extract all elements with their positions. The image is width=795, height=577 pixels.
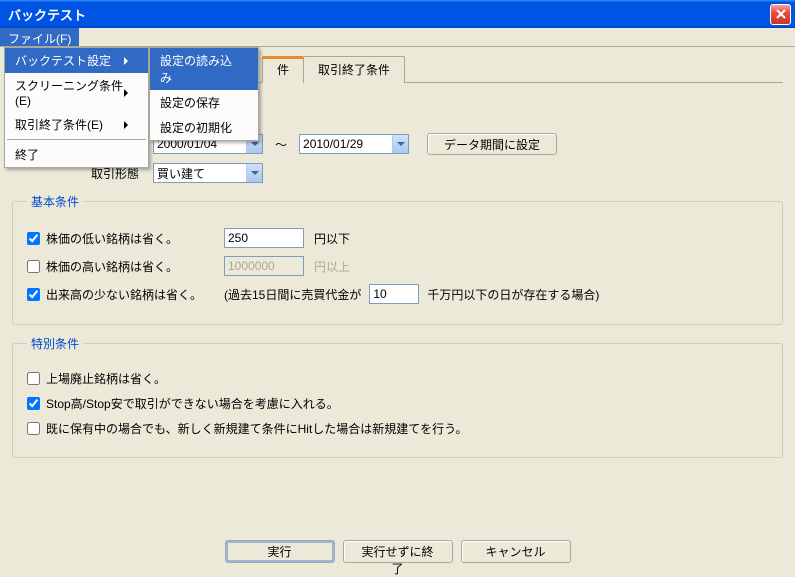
- titlebar: バックテスト: [0, 0, 795, 28]
- tab-label: 件: [277, 63, 289, 77]
- low-volume-checkbox[interactable]: [27, 288, 40, 301]
- low-price-input[interactable]: [224, 228, 304, 248]
- menu-item-label: 終了: [15, 146, 39, 163]
- tilde: ～: [275, 136, 287, 153]
- chevron-right-icon: [124, 89, 128, 97]
- menu-item-label: バックテスト設定: [15, 52, 111, 69]
- rehold-checkbox[interactable]: [27, 422, 40, 435]
- submenu-load-settings[interactable]: 設定の読み込み: [150, 48, 258, 90]
- stop-label: Stop高/Stop安で取引ができない場合を考慮に入れる。: [46, 395, 339, 412]
- tab-label: 取引終了条件: [318, 63, 390, 77]
- special-legend: 特別条件: [27, 335, 83, 352]
- menubar: ファイル(F): [0, 28, 795, 47]
- low-volume-text-post: 千万円以下の日が存在する場合): [427, 286, 599, 303]
- dialog-buttons: 実行 実行せずに終了 キャンセル: [0, 540, 795, 563]
- trade-type-field[interactable]: [154, 164, 246, 182]
- menu-item-label: 設定の初期化: [160, 119, 232, 136]
- menu-item-label: 取引終了条件(E): [15, 116, 103, 133]
- run-button[interactable]: 実行: [225, 540, 335, 563]
- backtest-settings-submenu: 設定の読み込み 設定の保存 設定の初期化: [149, 47, 259, 141]
- row-rehold: 既に保有中の場合でも、新しく新規建て条件にHitした場合は新規建てを行う。: [27, 420, 768, 437]
- set-data-period-button[interactable]: データ期間に設定: [427, 133, 557, 155]
- delist-label: 上場廃止銘柄は省く。: [46, 370, 166, 387]
- low-price-label: 株価の低い銘柄は省く。: [46, 230, 206, 247]
- submenu-save-settings[interactable]: 設定の保存: [150, 90, 258, 115]
- low-price-unit: 円以下: [314, 230, 350, 247]
- menu-separator: [7, 139, 146, 140]
- menu-item-exit-conditions[interactable]: 取引終了条件(E): [5, 112, 148, 137]
- menu-item-screening[interactable]: スクリーニング条件(E): [5, 73, 148, 112]
- low-volume-text-pre: (過去15日間に売買代金が: [224, 286, 361, 303]
- basic-legend: 基本条件: [27, 193, 83, 210]
- menu-item-exit[interactable]: 終了: [5, 142, 148, 167]
- menu-item-label: 設定の読み込み: [160, 52, 238, 86]
- menu-item-backtest-settings[interactable]: バックテスト設定: [5, 48, 148, 73]
- dropdown-button[interactable]: [246, 164, 262, 182]
- date-to-select[interactable]: [299, 134, 409, 154]
- row-low-price: 株価の低い銘柄は省く。 円以下: [27, 228, 768, 248]
- high-price-label: 株価の高い銘柄は省く。: [46, 258, 206, 275]
- tab-partial[interactable]: 件: [262, 56, 304, 83]
- menu-file[interactable]: ファイル(F): [0, 28, 79, 46]
- submenu-init-settings[interactable]: 設定の初期化: [150, 115, 258, 140]
- high-price-checkbox[interactable]: [27, 260, 40, 273]
- row-high-price: 株価の高い銘柄は省く。 円以上: [27, 256, 768, 276]
- row-stop: Stop高/Stop安で取引ができない場合を考慮に入れる。: [27, 395, 768, 412]
- row-low-volume: 出来高の少ない銘柄は省く。 (過去15日間に売買代金が 千万円以下の日が存在する…: [27, 284, 768, 304]
- row-delist: 上場廃止銘柄は省く。: [27, 370, 768, 387]
- low-volume-input[interactable]: [369, 284, 419, 304]
- exit-without-run-button[interactable]: 実行せずに終了: [343, 540, 453, 563]
- high-price-input: [224, 256, 304, 276]
- date-to-field[interactable]: [300, 135, 392, 153]
- menu-item-label: 設定の保存: [160, 94, 220, 111]
- high-price-unit: 円以上: [314, 258, 350, 275]
- chevron-right-icon: [124, 57, 128, 65]
- basic-conditions-group: 基本条件 株価の低い銘柄は省く。 円以下 株価の高い銘柄は省く。 円以上 出来高…: [12, 193, 783, 325]
- rehold-label: 既に保有中の場合でも、新しく新規建て条件にHitした場合は新規建てを行う。: [46, 420, 467, 437]
- row-trade-type: 取引形態: [48, 163, 783, 183]
- cancel-button[interactable]: キャンセル: [461, 540, 571, 563]
- close-button[interactable]: [770, 4, 791, 25]
- menu-item-label: スクリーニング条件(E): [15, 77, 124, 108]
- stop-checkbox[interactable]: [27, 397, 40, 410]
- dropdown-button[interactable]: [392, 135, 408, 153]
- chevron-right-icon: [124, 121, 128, 129]
- delist-checkbox[interactable]: [27, 372, 40, 385]
- low-price-checkbox[interactable]: [27, 232, 40, 245]
- close-icon: [776, 9, 786, 19]
- tab-exit-conditions[interactable]: 取引終了条件: [303, 56, 405, 83]
- low-volume-label: 出来高の少ない銘柄は省く。: [46, 286, 206, 303]
- window-title: バックテスト: [8, 5, 770, 24]
- trade-type-select[interactable]: [153, 163, 263, 183]
- special-conditions-group: 特別条件 上場廃止銘柄は省く。 Stop高/Stop安で取引ができない場合を考慮…: [12, 335, 783, 458]
